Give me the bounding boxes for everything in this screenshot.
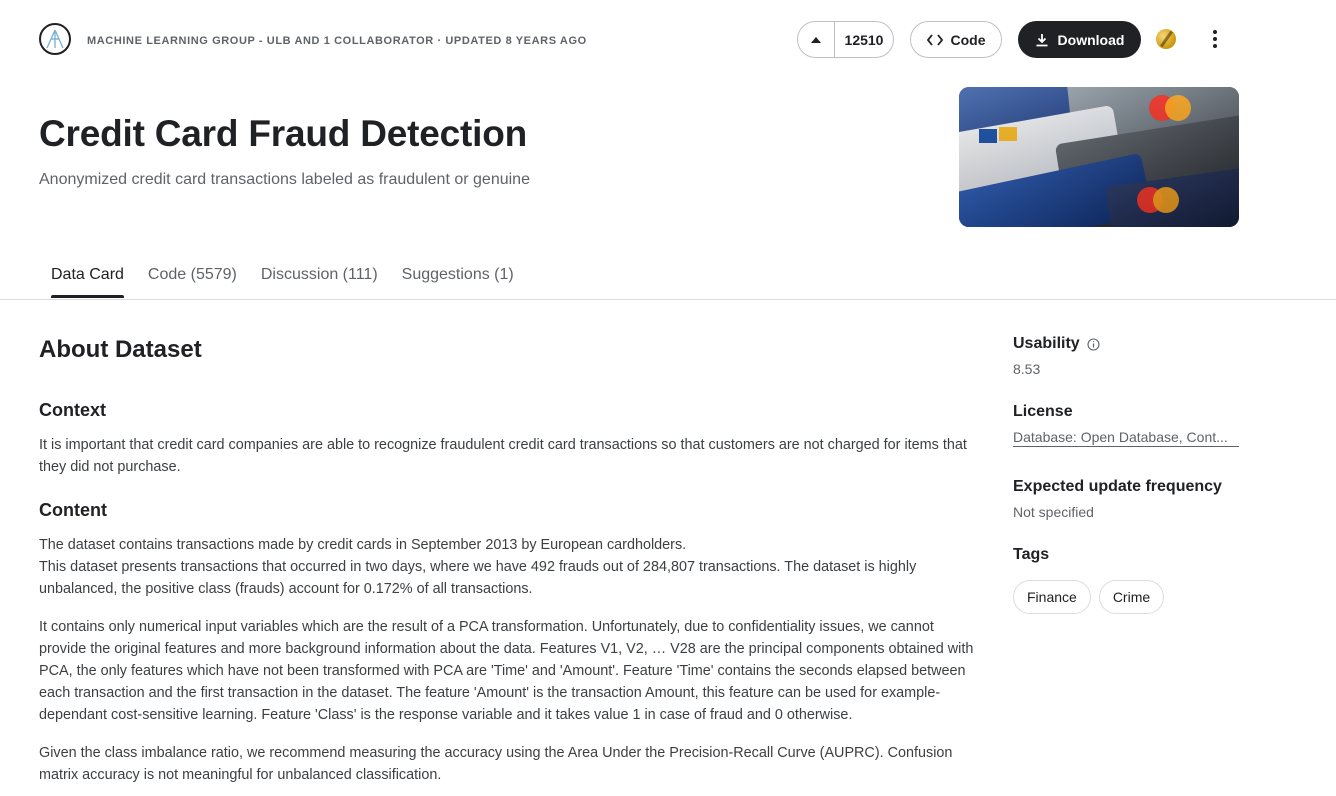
download-icon [1036,33,1048,46]
content-heading: Content [39,500,107,520]
upvote-button[interactable] [798,22,835,57]
tab-code[interactable]: Code (5579) [136,262,249,298]
organization-avatar[interactable] [39,23,71,55]
usability-heading: Usability [1013,335,1253,353]
tags-label: Tags [1013,546,1050,563]
license-link[interactable]: Database: Open Database, Cont... [1013,429,1239,447]
dataset-subtitle: Anonymized credit card transactions labe… [39,171,530,188]
usability-label: Usability [1013,335,1080,352]
dataset-byline[interactable]: MACHINE LEARNING GROUP - ULB AND 1 COLLA… [87,35,587,47]
dataset-title: Credit Card Fraud Detection [39,113,527,154]
dataset-tabs: Data Card Code (5579) Discussion (111) S… [39,262,526,300]
content-line-1: The dataset contains transactions made b… [39,537,687,553]
content-line-2: This dataset presents transactions that … [39,559,917,597]
tabs-divider [0,299,1336,300]
context-paragraph: It is important that credit card compani… [39,437,967,475]
tab-data-card[interactable]: Data Card [39,262,136,298]
tag-chip[interactable]: Crime [1098,580,1165,614]
tags-list: Finance Crime [1013,580,1253,614]
gold-medal-icon[interactable] [1156,29,1176,49]
upvote-control[interactable]: 12510 [797,21,894,58]
update-frequency-value: Not specified [1013,504,1094,520]
upvote-count: 12510 [844,31,884,48]
usability-value: 8.53 [1013,361,1041,377]
dataset-cover-image [959,87,1239,227]
context-heading: Context [39,400,106,420]
code-button[interactable]: Code [910,21,1002,58]
dataset-metadata-sidebar: Usability 8.53 License Database: Open Da… [1013,335,1253,640]
caret-up-icon [811,36,821,43]
code-brackets-icon [926,33,943,46]
content-paragraph-3: Given the class imbalance ratio, we reco… [39,745,953,783]
more-options-button[interactable] [1201,25,1229,53]
tag-chip[interactable]: Finance [1013,580,1091,614]
download-button-label: Download [1057,31,1125,48]
about-dataset-section: About Dataset Context It is important th… [39,336,984,786]
code-button-label: Code [950,31,986,48]
tab-discussion[interactable]: Discussion (111) [249,262,390,298]
license-label: License [1013,403,1073,420]
content-paragraph-2: It contains only numerical input variabl… [39,619,974,723]
about-heading: About Dataset [39,336,202,363]
update-frequency-label: Expected update frequency [1013,478,1222,495]
org-logo-icon [46,29,64,49]
tab-suggestions[interactable]: Suggestions (1) [390,262,526,298]
more-vert-icon [1213,30,1217,34]
download-button[interactable]: Download [1018,21,1141,58]
info-icon[interactable] [1087,337,1100,351]
